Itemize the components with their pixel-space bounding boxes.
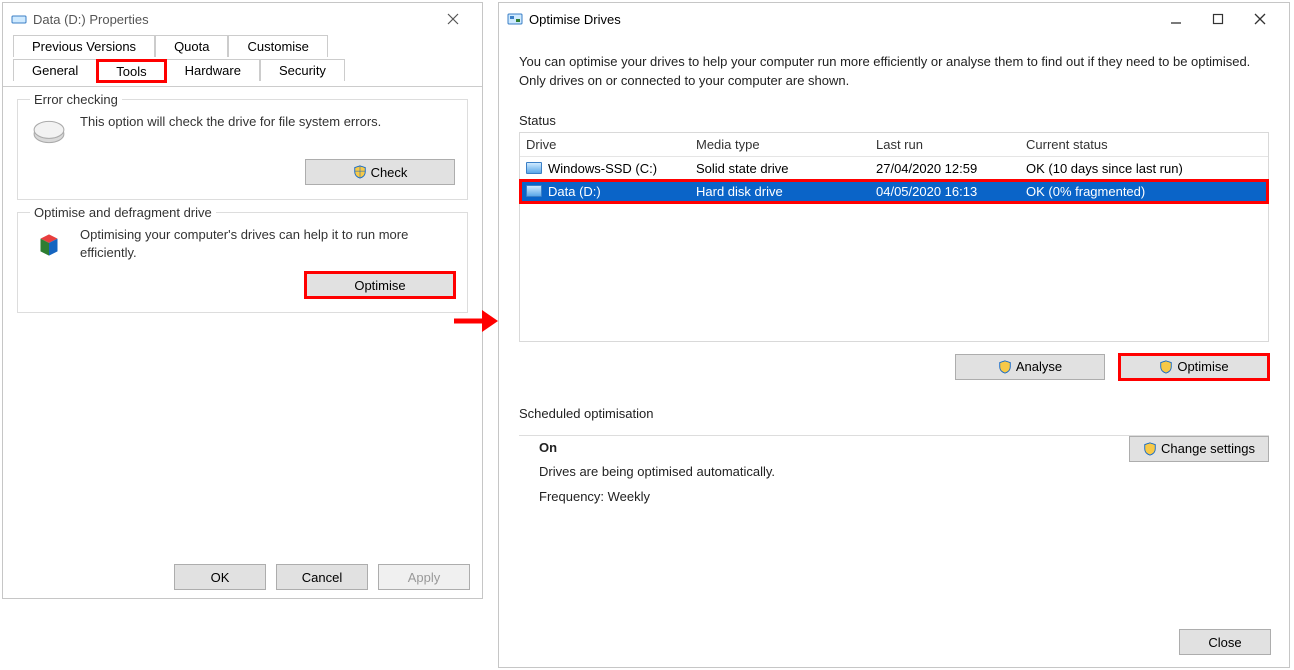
- cell-media: Solid state drive: [696, 161, 876, 176]
- tab-customise[interactable]: Customise: [228, 35, 327, 57]
- error-checking-text: This option will check the drive for fil…: [80, 113, 455, 131]
- optimise-text: Optimising your computer's drives can he…: [80, 226, 455, 261]
- col-drive[interactable]: Drive: [526, 137, 696, 152]
- change-settings-button[interactable]: Change settings: [1129, 436, 1269, 462]
- cell-lastrun: 27/04/2020 12:59: [876, 161, 1026, 176]
- tab-tools[interactable]: Tools: [97, 60, 165, 82]
- sched-label: Scheduled optimisation: [519, 406, 1269, 421]
- optimise-button[interactable]: Optimise: [305, 272, 455, 298]
- optimise-button-label: Optimise: [354, 278, 405, 293]
- optimise-titlebar[interactable]: Optimise Drives: [499, 3, 1289, 35]
- col-status[interactable]: Current status: [1026, 137, 1262, 152]
- col-media[interactable]: Media type: [696, 137, 876, 152]
- ok-button[interactable]: OK: [174, 564, 266, 590]
- optimise-drives-button-label: Optimise: [1177, 359, 1228, 374]
- shield-icon: [1143, 442, 1157, 456]
- intro-text: You can optimise your drives to help you…: [519, 53, 1269, 91]
- properties-title: Data (D:) Properties: [33, 12, 149, 27]
- col-lastrun[interactable]: Last run: [876, 137, 1026, 152]
- tab-previous-versions[interactable]: Previous Versions: [13, 35, 155, 57]
- close-icon[interactable]: [1239, 5, 1281, 33]
- drive-check-icon: [30, 113, 68, 151]
- shield-icon: [998, 360, 1012, 374]
- drive-icon: [526, 162, 542, 174]
- table-header: Drive Media type Last run Current status: [520, 133, 1268, 157]
- optimise-title: Optimise Drives: [529, 12, 621, 27]
- cell-status: OK (0% fragmented): [1026, 184, 1262, 199]
- optimise-drives-window: Optimise Drives You can optimise your dr…: [498, 2, 1290, 668]
- optimise-group: Optimise and defragment drive Optimising…: [17, 212, 468, 313]
- shield-icon: [353, 165, 367, 179]
- analyse-button[interactable]: Analyse: [955, 354, 1105, 380]
- optimise-cube-icon: [30, 226, 68, 264]
- optimise-group-label: Optimise and defragment drive: [30, 205, 216, 220]
- apply-button: Apply: [378, 564, 470, 590]
- sched-state: On: [539, 436, 1129, 461]
- close-button[interactable]: Close: [1179, 629, 1271, 655]
- tab-quota[interactable]: Quota: [155, 35, 228, 57]
- properties-window: Data (D:) Properties Previous Versions Q…: [2, 2, 483, 599]
- tabs: Previous Versions Quota Customise Genera…: [3, 35, 482, 87]
- cell-media: Hard disk drive: [696, 184, 876, 199]
- check-button-label: Check: [371, 165, 408, 180]
- drive-table: Drive Media type Last run Current status…: [519, 132, 1269, 342]
- drive-icon: [526, 185, 542, 197]
- table-row[interactable]: Data (D:) Hard disk drive 04/05/2020 16:…: [520, 180, 1268, 203]
- sched-text: Drives are being optimised automatically…: [539, 460, 1129, 485]
- close-icon[interactable]: [432, 5, 474, 33]
- tab-security[interactable]: Security: [260, 59, 345, 81]
- optimise-app-icon: [507, 11, 523, 27]
- tab-hardware[interactable]: Hardware: [166, 59, 260, 81]
- change-settings-label: Change settings: [1161, 441, 1255, 456]
- shield-icon: [1159, 360, 1173, 374]
- cell-status: OK (10 days since last run): [1026, 161, 1262, 176]
- maximize-icon[interactable]: [1197, 5, 1239, 33]
- cancel-button[interactable]: Cancel: [276, 564, 368, 590]
- minimize-icon[interactable]: [1155, 5, 1197, 33]
- sched-freq: Frequency: Weekly: [539, 485, 1129, 510]
- optimise-drives-button[interactable]: Optimise: [1119, 354, 1269, 380]
- status-label: Status: [519, 113, 1269, 128]
- error-checking-label: Error checking: [30, 92, 122, 107]
- drive-icon: [11, 11, 27, 27]
- arrow-icon: [454, 306, 498, 336]
- tab-general[interactable]: General: [13, 59, 97, 81]
- analyse-button-label: Analyse: [1016, 359, 1062, 374]
- table-row[interactable]: Windows-SSD (C:) Solid state drive 27/04…: [520, 157, 1268, 180]
- error-checking-group: Error checking This option will check th…: [17, 99, 468, 200]
- cell-drive: Data (D:): [548, 184, 601, 199]
- cell-drive: Windows-SSD (C:): [548, 161, 657, 176]
- cell-lastrun: 04/05/2020 16:13: [876, 184, 1026, 199]
- properties-titlebar[interactable]: Data (D:) Properties: [3, 3, 482, 35]
- check-button[interactable]: Check: [305, 159, 455, 185]
